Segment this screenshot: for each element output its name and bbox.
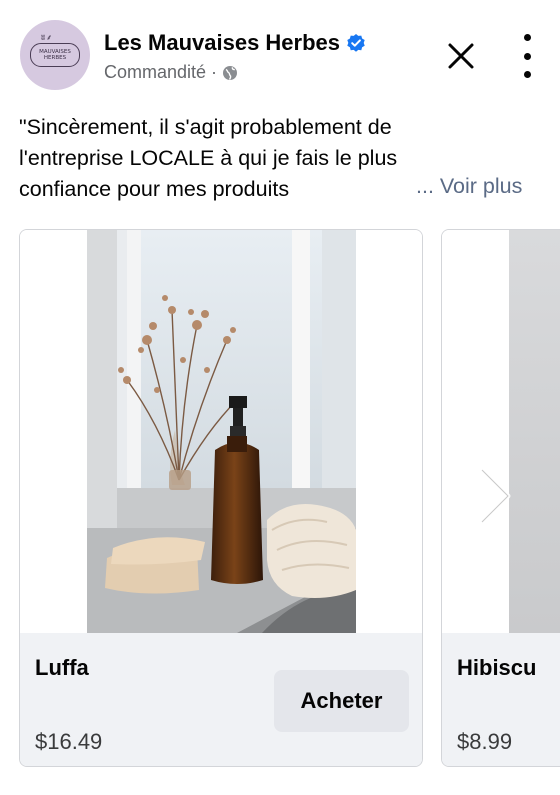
- more-options-button[interactable]: [512, 34, 542, 78]
- post-header: ʬ⸙ MAUVAISES HERBES Les Mauvaises Herbes…: [0, 0, 560, 110]
- close-button[interactable]: [443, 38, 479, 74]
- avatar-logo-line-2: HERBES: [43, 55, 67, 61]
- page-name-row: Les Mauvaises Herbes: [104, 30, 366, 56]
- close-icon: [448, 43, 474, 69]
- product-card-footer: Luffa $16.49 Acheter: [20, 633, 422, 766]
- product-price: $16.49: [35, 729, 103, 754]
- page-name[interactable]: Les Mauvaises Herbes: [104, 30, 340, 56]
- product-name: Hibiscu: [457, 655, 537, 680]
- product-card[interactable]: Luffa $16.49 Acheter: [19, 229, 423, 767]
- product-photo: [509, 230, 560, 633]
- buy-button[interactable]: Acheter: [274, 670, 409, 732]
- post-text-line: l'entreprise LOCALE à qui je fais le plu…: [19, 146, 398, 170]
- product-photo: [87, 230, 356, 633]
- post-text-line: "Sincèrement, il s'agit probablement de: [19, 115, 392, 139]
- globe-icon: [223, 65, 238, 80]
- sprig-icon: ʬ⸙: [41, 33, 54, 42]
- product-price: $8.99: [457, 729, 513, 754]
- product-card-footer: Hibiscu $8.99: [442, 633, 560, 766]
- verified-badge-icon: [347, 34, 365, 52]
- product-name: Luffa: [35, 655, 89, 680]
- sponsored-label[interactable]: Commandité: [104, 62, 206, 83]
- page-avatar[interactable]: ʬ⸙ MAUVAISES HERBES: [20, 20, 90, 90]
- product-image[interactable]: [442, 230, 560, 633]
- avatar-logo: ʬ⸙ MAUVAISES HERBES: [30, 34, 80, 67]
- see-more-link[interactable]: ... Voir plus: [416, 174, 522, 199]
- chevron-right-icon[interactable]: [476, 466, 516, 526]
- product-image[interactable]: [20, 230, 422, 633]
- separator-dot: ·: [211, 62, 218, 82]
- more-options-dot: [523, 71, 531, 78]
- sponsored-row: Commandité ·: [104, 62, 238, 83]
- product-carousel[interactable]: Luffa $16.49 Acheter Hibiscu $8.99: [0, 228, 560, 768]
- more-options-icon: [523, 34, 531, 41]
- more-options-dot: [523, 52, 531, 60]
